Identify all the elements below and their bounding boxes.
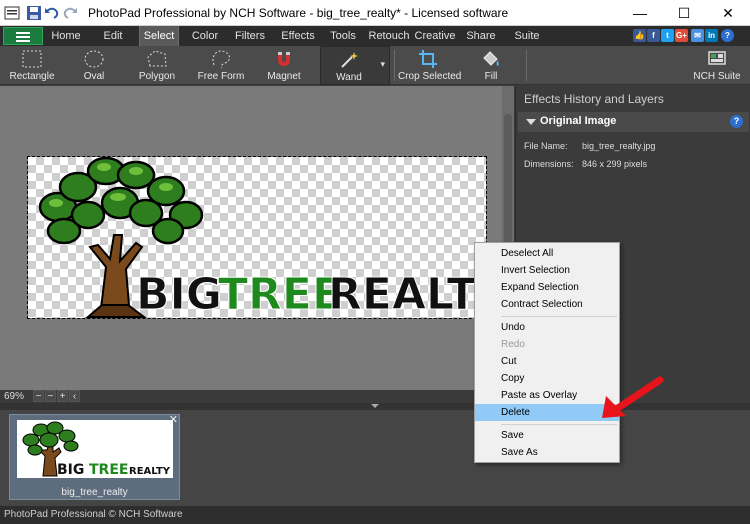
tab-filters[interactable]: Filters xyxy=(230,26,270,46)
free-form-select-icon xyxy=(212,50,230,69)
magic-wand-icon xyxy=(341,52,358,68)
tab-creative[interactable]: Creative xyxy=(413,26,457,46)
help-icon[interactable]: ? xyxy=(730,115,743,128)
rectangle-select-icon xyxy=(22,50,42,68)
crop-selected-tool[interactable]: Crop Selected xyxy=(398,46,461,85)
select-toolbar: Rectangle Oval Polygon Free Form Magnet … xyxy=(0,46,750,85)
panel-title: Effects History and Layers xyxy=(524,92,664,106)
polygon-tool[interactable]: Polygon xyxy=(128,46,186,85)
status-bar: PhotoPad Professional © NCH Software xyxy=(0,506,750,524)
zoom-slider[interactable]: − xyxy=(45,390,56,402)
tab-color[interactable]: Color xyxy=(186,26,224,46)
menu-separator xyxy=(501,424,617,425)
menu-item-contract-selection[interactable]: Contract Selection xyxy=(475,296,619,313)
status-text: PhotoPad Professional © NCH Software xyxy=(4,509,183,520)
toolbar-divider xyxy=(526,50,527,81)
tab-retouch[interactable]: Retouch xyxy=(367,26,411,46)
app-menu-icon[interactable] xyxy=(4,5,20,21)
collapse-arrow-icon[interactable] xyxy=(371,404,379,408)
menu-bar: Home Edit Select Color Filters Effects T… xyxy=(0,26,750,46)
image-thumbnail[interactable]: BIG TREE REALTY big_tree_realty ✕ xyxy=(9,414,180,500)
menu-item-save[interactable]: Save xyxy=(475,427,619,444)
file-name-label: File Name: xyxy=(524,141,568,151)
menu-item-cut[interactable]: Cut xyxy=(475,353,619,370)
title-bar: PhotoPad Professional by NCH Software - … xyxy=(0,0,750,26)
minimize-button[interactable]: — xyxy=(618,0,662,26)
like-icon[interactable]: 👍 xyxy=(633,29,646,42)
thumbnail-preview: BIG TREE REALTY xyxy=(17,420,173,478)
tab-select[interactable]: Select xyxy=(139,26,179,46)
edited-image[interactable]: BIG TREE REALTY xyxy=(27,156,510,321)
crop-icon xyxy=(419,50,437,68)
save-icon[interactable] xyxy=(26,5,42,21)
thumbnail-word-realty: REALTY xyxy=(129,466,171,477)
menu-item-redo[interactable]: Redo xyxy=(475,336,619,353)
twitter-icon[interactable]: t xyxy=(661,29,674,42)
collapse-triangle-icon[interactable] xyxy=(526,119,536,125)
logo-word-realty: REALTY xyxy=(328,269,486,318)
polygon-select-icon xyxy=(147,50,167,67)
email-icon[interactable]: ✉ xyxy=(691,29,704,42)
fill-tool[interactable]: Fill xyxy=(466,46,516,85)
zoom-in-button[interactable]: + xyxy=(57,390,68,402)
logo-word-tree: TREE xyxy=(218,269,342,318)
thumbnail-word-big: BIG xyxy=(57,462,84,478)
linkedin-icon[interactable]: in xyxy=(705,29,718,42)
wand-tool[interactable]: Wand ▾ xyxy=(320,46,390,85)
nch-suite-icon xyxy=(708,51,726,65)
toolbar-divider xyxy=(394,50,395,81)
red-arrow-annotation xyxy=(602,376,664,418)
thumbnail-word-tree: TREE xyxy=(89,462,128,478)
scroll-left-button[interactable]: ‹ xyxy=(69,390,80,402)
magnet-icon xyxy=(278,52,290,66)
nch-suite-button[interactable]: NCH Suite xyxy=(690,46,744,85)
thumbnail-name: big_tree_realty xyxy=(61,487,128,498)
oval-select-icon xyxy=(84,50,104,68)
context-menu: Deselect All Invert Selection Expand Sel… xyxy=(474,242,620,463)
rectangle-tool[interactable]: Rectangle xyxy=(4,46,60,85)
main-menu-button[interactable] xyxy=(3,27,43,45)
filmstrip: BIG TREE REALTY big_tree_realty ✕ xyxy=(0,410,750,506)
redo-icon[interactable] xyxy=(62,5,78,21)
tab-share[interactable]: Share xyxy=(462,26,500,46)
logo-word-big: BIG xyxy=(136,269,222,318)
oval-tool[interactable]: Oval xyxy=(66,46,122,85)
facebook-icon[interactable]: f xyxy=(647,29,660,42)
dimensions-label: Dimensions: xyxy=(524,159,574,169)
wand-dropdown-icon[interactable]: ▾ xyxy=(380,59,385,70)
dimensions-value: 846 x 299 pixels xyxy=(582,159,648,169)
menu-item-undo[interactable]: Undo xyxy=(475,319,619,336)
window-title: PhotoPad Professional by NCH Software - … xyxy=(88,6,509,20)
magnet-tool[interactable]: Magnet xyxy=(256,46,312,85)
menu-item-invert-selection[interactable]: Invert Selection xyxy=(475,262,619,279)
tab-edit[interactable]: Edit xyxy=(94,26,132,46)
tab-suite[interactable]: Suite xyxy=(508,26,546,46)
paint-bucket-icon xyxy=(483,51,499,66)
thumbnail-logo: BIG TREE REALTY xyxy=(22,421,171,478)
file-name-value: big_tree_realty.jpg xyxy=(582,141,656,151)
undo-icon[interactable] xyxy=(44,5,60,21)
maximize-button[interactable]: ☐ xyxy=(662,0,706,26)
zoom-level: 69% xyxy=(4,391,25,402)
tab-tools[interactable]: Tools xyxy=(325,26,361,46)
help-icon[interactable]: ? xyxy=(721,29,734,42)
close-button[interactable]: ✕ xyxy=(706,0,750,26)
menu-item-save-as[interactable]: Save As xyxy=(475,444,619,461)
original-image-section[interactable]: Original Image ? xyxy=(518,112,749,132)
zoom-out-button[interactable]: − xyxy=(33,390,44,402)
big-tree-realty-logo: BIG TREE REALTY xyxy=(38,156,510,321)
hamburger-icon xyxy=(16,32,30,34)
zoom-bar: 69% − − + ‹ xyxy=(0,390,514,403)
tab-home[interactable]: Home xyxy=(46,26,86,46)
tab-effects[interactable]: Effects xyxy=(276,26,320,46)
close-thumbnail-icon[interactable]: ✕ xyxy=(169,413,178,426)
section-title: Original Image xyxy=(540,115,617,127)
menu-item-expand-selection[interactable]: Expand Selection xyxy=(475,279,619,296)
menu-separator xyxy=(501,316,617,317)
free-form-tool[interactable]: Free Form xyxy=(192,46,250,85)
menu-item-deselect-all[interactable]: Deselect All xyxy=(475,245,619,262)
google-plus-icon[interactable]: G+ xyxy=(675,29,688,42)
